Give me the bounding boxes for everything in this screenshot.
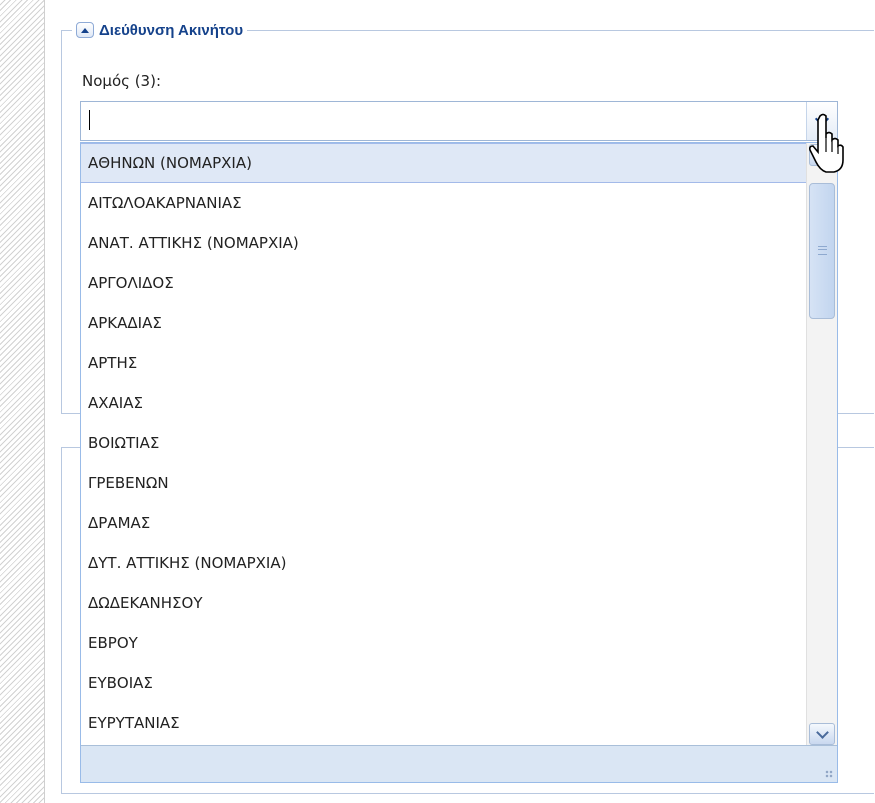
- dropdown-scrollbar[interactable]: [806, 143, 837, 746]
- dropdown-item[interactable]: ΒΟΙΩΤΙΑΣ: [81, 423, 807, 463]
- dropdown-item[interactable]: ΑΡΤΗΣ: [81, 343, 807, 383]
- dropdown-item[interactable]: ΔΡΑΜΑΣ: [81, 503, 807, 543]
- dropdown-item[interactable]: ΑΝΑΤ. ΑΤΤΙΚΗΣ (ΝΟΜΑΡΧΙΑ): [81, 223, 807, 263]
- prefecture-label: Νομός (3):: [82, 72, 161, 90]
- fieldset-legend: Διεύθυνση Ακινήτου: [72, 18, 248, 42]
- left-hatched-gutter: [0, 0, 45, 803]
- dropdown-item[interactable]: ΑΙΤΩΛΟΑΚΑΡΝΑΝΙΑΣ: [81, 183, 807, 223]
- dropdown-item[interactable]: ΑΡΚΑΔΙΑΣ: [81, 303, 807, 343]
- dropdown-footer: [81, 745, 837, 782]
- dropdown-item[interactable]: ΕΥΒΟΙΑΣ: [81, 663, 807, 703]
- grip-icon: [818, 246, 827, 255]
- prefecture-combobox[interactable]: [80, 101, 838, 141]
- scroll-down-button[interactable]: [809, 723, 835, 745]
- collapse-up-icon[interactable]: [76, 22, 94, 38]
- dropdown-item[interactable]: ΑΘΗΝΩΝ (ΝΟΜΑΡΧΙΑ): [81, 143, 807, 183]
- fieldset-title: Διεύθυνση Ακινήτου: [99, 21, 244, 39]
- scroll-thumb[interactable]: [809, 183, 835, 319]
- dropdown-item[interactable]: ΔΩΔΕΚΑΝΗΣΟΥ: [81, 583, 807, 623]
- dropdown-item[interactable]: ΓΡΕΒΕΝΩΝ: [81, 463, 807, 503]
- dropdown-item[interactable]: ΔΥΤ. ΑΤΤΙΚΗΣ (ΝΟΜΑΡΧΙΑ): [81, 543, 807, 583]
- prefecture-input[interactable]: [81, 102, 821, 140]
- text-caret: [89, 110, 90, 130]
- dropdown-item[interactable]: ΑΧΑΙΑΣ: [81, 383, 807, 423]
- arrow-down-icon: [815, 725, 829, 739]
- prefecture-dropdown-list: ΑΘΗΝΩΝ (ΝΟΜΑΡΧΙΑ) ΑΙΤΩΛΟΑΚΑΡΝΑΝΙΑΣ ΑΝΑΤ. Α…: [80, 142, 838, 783]
- dropdown-item[interactable]: ΕΒΡΟΥ: [81, 623, 807, 663]
- resize-grip-icon[interactable]: [825, 770, 833, 778]
- dropdown-item[interactable]: ΕΥΡΥΤΑΝΙΑΣ: [81, 703, 807, 743]
- dropdown-item[interactable]: ΑΡΓΟΛΙΔΟΣ: [81, 263, 807, 303]
- dropdown-items: ΑΘΗΝΩΝ (ΝΟΜΑΡΧΙΑ) ΑΙΤΩΛΟΑΚΑΡΝΑΝΙΑΣ ΑΝΑΤ. Α…: [81, 143, 807, 746]
- hand-pointer-cursor-icon: [809, 113, 844, 173]
